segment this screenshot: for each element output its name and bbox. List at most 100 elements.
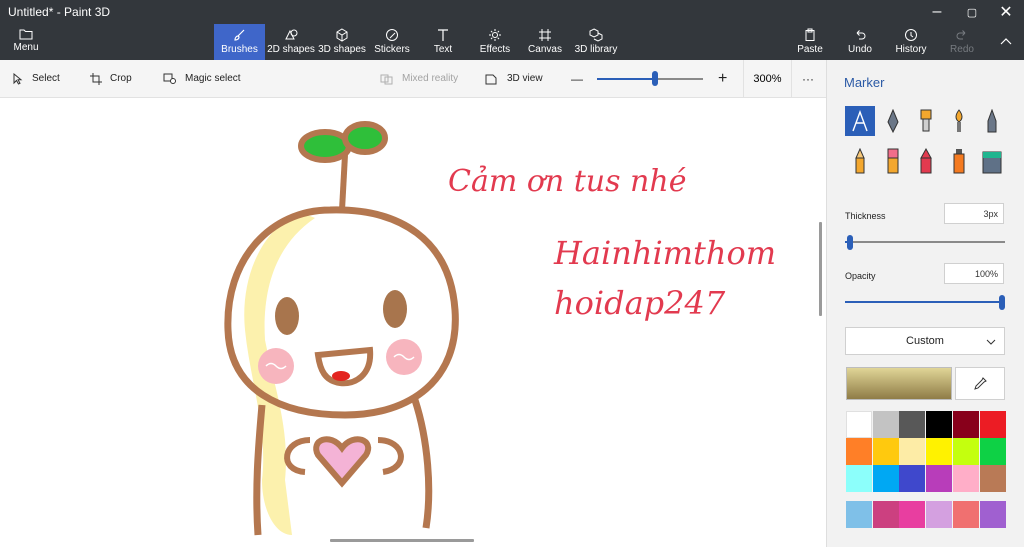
custom-color-swatch[interactable]: [952, 501, 979, 528]
tool-label: 2D shapes: [267, 44, 315, 55]
tool-brushes[interactable]: Brushes: [214, 24, 265, 60]
3d-shapes-icon: [336, 28, 348, 42]
select-label: Select: [32, 73, 60, 84]
redo-label: Redo: [950, 44, 974, 55]
sprout-leaf-left: [298, 129, 352, 163]
opacity-slider[interactable]: [845, 295, 1005, 310]
canvas-vertical-scrollbar[interactable]: [819, 222, 822, 316]
tool-3d-shapes[interactable]: 3D shapes: [318, 24, 366, 60]
color-mode-dropdown[interactable]: Custom: [845, 327, 1005, 355]
color-swatch[interactable]: [952, 465, 979, 492]
menu-button[interactable]: Menu: [8, 24, 44, 60]
tool-canvas[interactable]: Canvas: [528, 24, 562, 60]
tool-label: 3D library: [574, 44, 618, 55]
more-options-button[interactable]: ···: [802, 60, 814, 97]
thickness-slider-thumb[interactable]: [847, 235, 853, 250]
opacity-label: Opacity: [845, 271, 876, 281]
color-swatch[interactable]: [926, 465, 953, 492]
eyedropper-button[interactable]: [955, 367, 1005, 400]
color-swatch[interactable]: [846, 465, 872, 492]
color-swatch[interactable]: [979, 465, 1006, 492]
zoom-slider[interactable]: [597, 71, 703, 86]
minimize-button[interactable]: –: [920, 0, 954, 24]
color-mode-label: Custom: [906, 335, 944, 347]
brush-calligraphy-pen[interactable]: [878, 106, 908, 136]
color-swatch[interactable]: [899, 465, 926, 492]
3d-view-label: 3D view: [507, 73, 543, 84]
brush-pencil[interactable]: [845, 146, 875, 176]
color-swatch[interactable]: [872, 411, 899, 438]
color-swatch[interactable]: [952, 411, 979, 438]
custom-color-swatch[interactable]: [926, 501, 953, 528]
3d-view-button[interactable]: 3D view: [485, 60, 543, 97]
select-button[interactable]: Select: [12, 60, 60, 97]
chevron-up-icon: [1000, 38, 1012, 45]
color-swatch[interactable]: [979, 438, 1006, 465]
left-hand: [284, 437, 311, 475]
history-button[interactable]: History: [895, 24, 927, 60]
undo-label: Undo: [848, 44, 872, 55]
color-swatch[interactable]: [872, 438, 899, 465]
redo-button[interactable]: Redo: [949, 24, 975, 60]
tool-text[interactable]: Text: [428, 24, 458, 60]
drawing-canvas[interactable]: Cảm ơn tus nhé Hainhimthom hoidap247: [0, 98, 826, 547]
body-left: [253, 404, 266, 536]
tool-stickers[interactable]: Stickers: [372, 24, 412, 60]
color-swatch[interactable]: [846, 438, 872, 465]
custom-color-swatch[interactable]: [872, 501, 899, 528]
effects-icon: [489, 29, 501, 41]
brushes-panel: Marker Thickness 3px Opacity 100% Custom: [826, 60, 1024, 547]
zoom-slider-thumb[interactable]: [652, 71, 658, 86]
canvas-horizontal-scrollbar[interactable]: [330, 539, 474, 542]
zoom-in-button[interactable]: +: [718, 60, 727, 97]
tool-label: Effects: [479, 44, 511, 55]
color-swatch[interactable]: [926, 411, 953, 438]
collapse-toolbar-button[interactable]: [996, 24, 1016, 60]
crop-button[interactable]: Crop: [90, 60, 132, 97]
color-swatch[interactable]: [899, 438, 926, 465]
opacity-input[interactable]: 100%: [944, 263, 1004, 284]
zoom-out-button[interactable]: —: [571, 60, 583, 97]
color-swatch[interactable]: [926, 438, 953, 465]
brush-eraser[interactable]: [878, 146, 908, 176]
eyedropper-icon: [974, 376, 987, 390]
thickness-slider[interactable]: [845, 235, 1005, 250]
brush-spray-can[interactable]: [944, 146, 974, 176]
brush-oil[interactable]: [911, 106, 941, 136]
current-color-swatch[interactable]: [846, 367, 952, 400]
custom-color-swatch[interactable]: [846, 501, 872, 528]
minimize-icon: –: [932, 3, 942, 20]
opacity-slider-thumb[interactable]: [999, 295, 1005, 310]
thickness-input[interactable]: 3px: [944, 203, 1004, 224]
left-eye: [275, 297, 299, 335]
brush-marker[interactable]: [845, 106, 875, 136]
color-swatch[interactable]: [872, 465, 899, 492]
brush-crayon[interactable]: [911, 146, 941, 176]
color-swatch[interactable]: [846, 411, 872, 438]
maximize-button[interactable]: ▢: [955, 0, 989, 24]
color-swatch[interactable]: [952, 438, 979, 465]
tool-label: Brushes: [221, 44, 258, 55]
close-button[interactable]: ✕: [989, 0, 1023, 24]
magic-select-button[interactable]: Magic select: [163, 60, 241, 97]
custom-color-swatch[interactable]: [979, 501, 1006, 528]
undo-icon: [856, 30, 866, 40]
color-swatch[interactable]: [979, 411, 1006, 438]
marker-icon: [852, 110, 868, 132]
tool-2d-shapes[interactable]: 2D shapes: [266, 24, 316, 60]
2d-shapes-icon: [285, 29, 298, 40]
sprout-leaf-right: [342, 121, 388, 155]
tool-3d-library[interactable]: 3D library: [574, 24, 618, 60]
custom-color-swatch[interactable]: [899, 501, 926, 528]
color-swatch[interactable]: [899, 411, 926, 438]
undo-button[interactable]: Undo: [846, 24, 874, 60]
paste-button[interactable]: Paste: [796, 24, 824, 60]
eraser-icon: [887, 148, 899, 174]
brush-fill[interactable]: [977, 146, 1007, 176]
zoom-value[interactable]: 300%: [743, 60, 792, 97]
brush-watercolor[interactable]: [944, 106, 974, 136]
canvas-icon: [539, 29, 551, 41]
tool-effects[interactable]: Effects: [478, 24, 512, 60]
brush-pixel-pen[interactable]: [977, 106, 1007, 136]
mixed-reality-button[interactable]: Mixed reality: [380, 60, 458, 97]
